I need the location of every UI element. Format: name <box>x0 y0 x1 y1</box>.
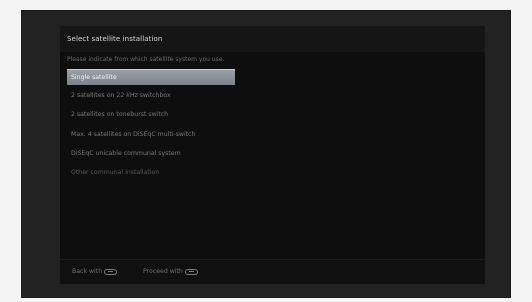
setup-dialog: Select satellite installation Please ind… <box>60 26 485 284</box>
back-hint[interactable]: Back with <box>72 268 118 275</box>
tv-screen: Select satellite installation Please ind… <box>21 10 511 298</box>
back-key-icon <box>104 268 118 275</box>
option-single-satellite[interactable]: Single satellite <box>67 69 235 85</box>
proceed-hint[interactable]: Proceed with <box>143 268 198 275</box>
option-toneburst-switch[interactable]: 2 satellites on toneburst switch <box>67 107 235 123</box>
option-diseqc-multiswitch[interactable]: Max. 4 satellites on DiSEqC multi-switch <box>67 127 235 143</box>
option-22khz-switchbox[interactable]: 2 satellites on 22 kHz switchbox <box>67 88 235 104</box>
ok-key-icon <box>184 268 198 275</box>
instruction-text: Please indicate from which satellite sys… <box>67 56 225 63</box>
satellite-option-list: Single satellite 2 satellites on 22 kHz … <box>67 69 235 184</box>
proceed-hint-label: Proceed with <box>143 268 183 275</box>
dialog-header: Select satellite installation <box>60 26 485 52</box>
back-hint-label: Back with <box>72 268 103 275</box>
page-title: Select satellite installation <box>67 35 163 43</box>
option-other-communal[interactable]: Other communal installation <box>67 165 235 181</box>
footer-bar: Back with Proceed with <box>60 259 485 284</box>
option-diseqc-unicable[interactable]: DiSEqC unicable communal system <box>67 146 235 162</box>
